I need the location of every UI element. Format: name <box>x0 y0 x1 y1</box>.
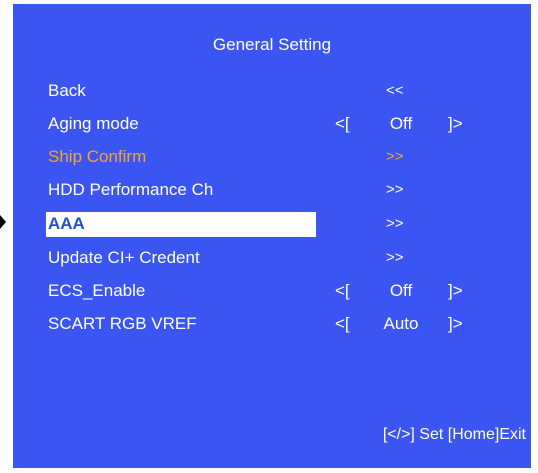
menu-item-label: Ship Confirm <box>48 147 147 166</box>
increase-option-button[interactable]: ]> <box>448 114 463 134</box>
forward-arrow-icon: >> <box>386 249 404 266</box>
menu-item-label: AAA <box>48 214 85 233</box>
decrease-option-button[interactable]: <[ <box>335 114 350 134</box>
menu-item-label: SCART RGB VREF <box>48 314 197 333</box>
option-value: Auto <box>383 314 419 333</box>
decrease-option-button[interactable]: <[ <box>335 314 350 334</box>
option-value: Off <box>389 114 413 133</box>
selection-pointer-icon <box>0 215 6 229</box>
increase-option-button[interactable]: ]> <box>448 314 463 334</box>
increase-option-button[interactable]: ]> <box>448 281 463 301</box>
forward-arrow-icon: >> <box>386 148 404 165</box>
menu-title: General Setting <box>212 35 332 54</box>
general-setting-panel: General Setting Back << Aging mode <[ Of… <box>13 4 531 468</box>
decrease-option-button[interactable]: <[ <box>335 281 350 301</box>
menu-item-ship-confirm[interactable]: Ship Confirm >> <box>13 145 531 171</box>
menu-item-aging-mode[interactable]: Aging mode <[ Off ]> <box>13 112 531 138</box>
menu-item-scart-rgb-vref[interactable]: SCART RGB VREF <[ Auto ]> <box>13 312 531 338</box>
menu-item-aaa[interactable]: AAA >> <box>13 212 531 238</box>
menu-item-label: Back <box>48 81 86 100</box>
key-hint-footer: [</>] Set [Home]Exit <box>382 426 526 443</box>
menu-item-label: Update CI+ Credent <box>48 248 200 267</box>
menu-item-ecs-enable[interactable]: ECS_Enable <[ Off ]> <box>13 279 531 305</box>
menu-item-back[interactable]: Back << <box>13 79 531 105</box>
menu-item-update-ci-credent[interactable]: Update CI+ Credent >> <box>13 246 531 272</box>
menu-item-label: ECS_Enable <box>48 281 146 300</box>
selection-bar <box>46 212 316 237</box>
menu-item-hdd-performance[interactable]: HDD Performance Ch >> <box>13 178 531 204</box>
forward-arrow-icon: >> <box>386 215 404 232</box>
menu-item-label: Aging mode <box>48 114 139 133</box>
back-arrow-icon: << <box>386 82 404 99</box>
menu-item-label: HDD Performance Ch <box>48 180 214 199</box>
option-value: Off <box>389 281 413 300</box>
forward-arrow-icon: >> <box>386 181 404 198</box>
